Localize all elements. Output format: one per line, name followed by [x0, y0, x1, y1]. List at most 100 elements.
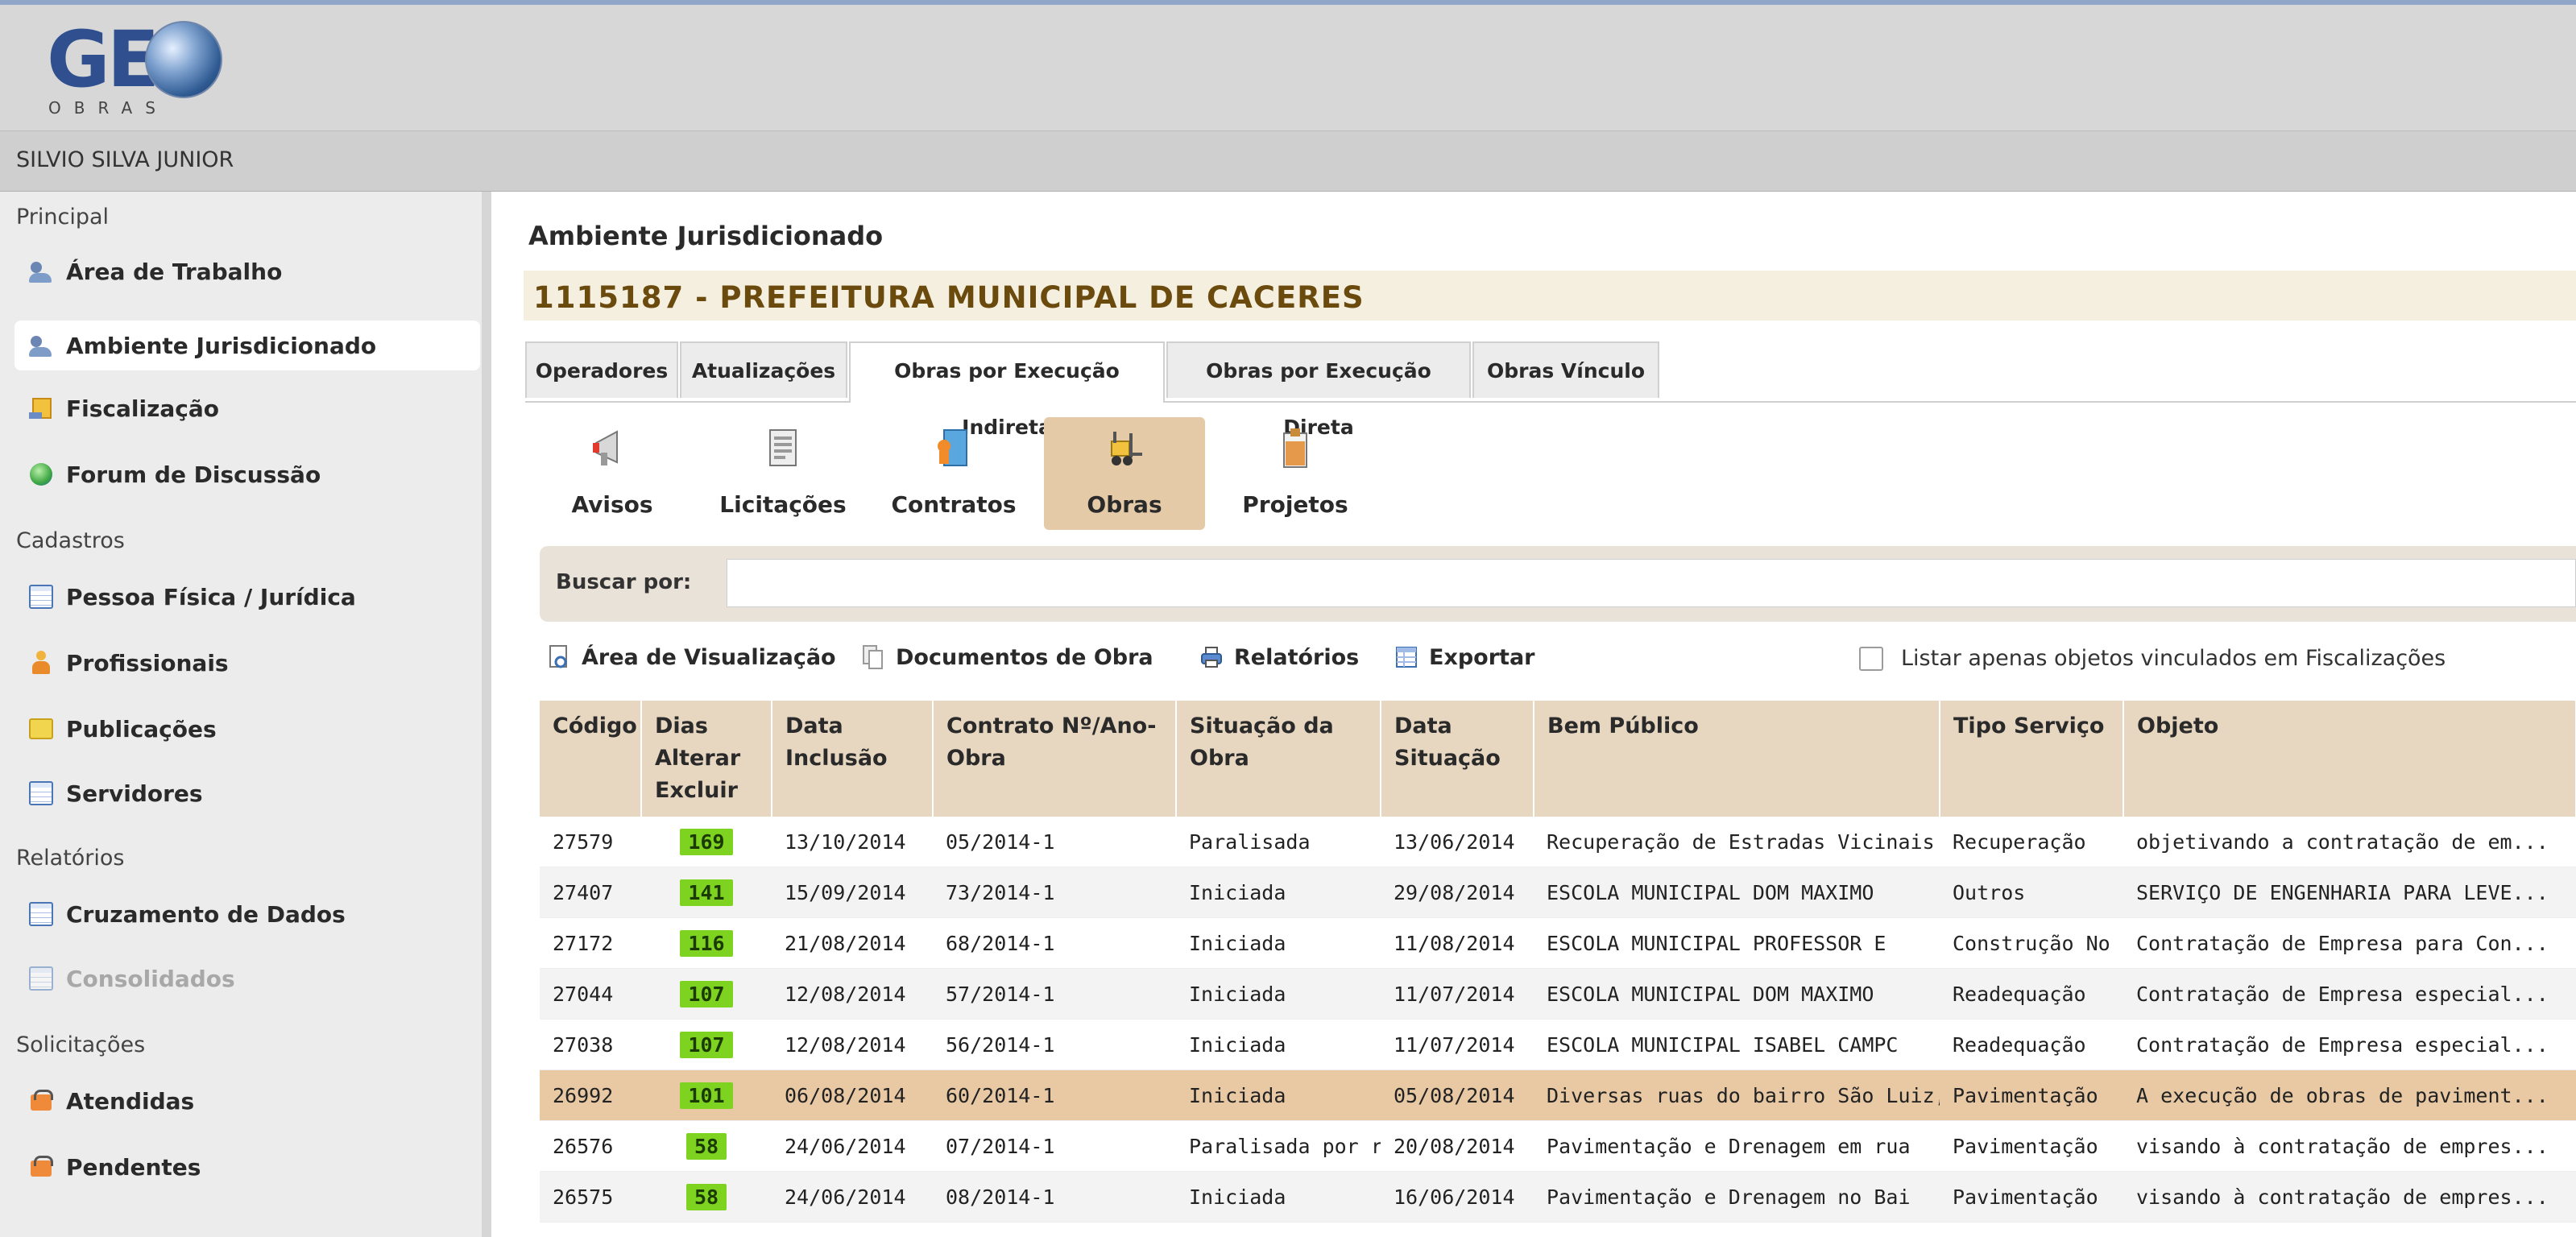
col-header-situacao[interactable]: Situação da Obra — [1176, 701, 1381, 817]
tool-projetos[interactable]: Projetos — [1215, 417, 1376, 530]
tool-avisos[interactable]: Avisos — [532, 417, 693, 530]
col-header-data-situacao[interactable]: Data Situação — [1381, 701, 1534, 817]
action-label: Área de Visualização — [582, 644, 836, 670]
days-badge[interactable]: 58 — [685, 1183, 727, 1210]
col-header-dias[interactable]: Dias Alterar Excluir — [641, 701, 772, 817]
tab-obras-execucao-direta[interactable]: Obras por Execução Direta — [1166, 341, 1471, 439]
tab-obras-vinculo[interactable]: Obras Vínculo — [1472, 341, 1659, 398]
table-row[interactable]: 26992 101 06/08/2014 60/2014-1 Iniciada 05/08… — [540, 1069, 2576, 1121]
tab-operadores[interactable]: Operadores — [525, 341, 678, 398]
col-header-objeto[interactable]: Objeto — [2123, 701, 2576, 817]
sidebar-item-cruzamento[interactable]: Cruzamento de Dados — [14, 889, 480, 939]
documents-button[interactable]: Documentos de Obra — [862, 644, 1153, 670]
sidebar-item-ambiente-jurisdicionado[interactable]: Ambiente Jurisdicionado — [14, 321, 480, 370]
filter-checkbox[interactable] — [1859, 646, 1883, 671]
days-badge[interactable]: 116 — [680, 929, 733, 957]
sidebar-item-forum[interactable]: Forum de Discussão — [14, 449, 480, 499]
sidebar-item-label: Profissionais — [66, 649, 229, 676]
cell-codigo: 26992 — [540, 1069, 641, 1121]
sidebar-item-label: Pessoa Física / Jurídica — [66, 583, 356, 610]
sidebar-item-consolidados: Consolidados — [14, 954, 480, 1003]
export-button[interactable]: Exportar — [1395, 644, 1535, 670]
sidebar-item-fiscalizacao[interactable]: Fiscalização — [14, 383, 480, 433]
main-content: Ambiente Jurisdicionado 1115187 - PREFEI… — [516, 192, 2576, 1237]
reports-button[interactable]: Relatórios — [1200, 644, 1359, 670]
grid-icon — [27, 583, 55, 610]
cell-codigo: 27579 — [540, 817, 641, 867]
action-bar: Área de Visualização Documentos de Obra … — [548, 641, 2562, 689]
tool-label: Avisos — [571, 491, 653, 518]
printer-icon — [1201, 647, 1222, 668]
search-input[interactable] — [727, 559, 2576, 607]
table-row[interactable]: 27579 169 13/10/2014 05/2014-1 Paralisada 13/… — [540, 817, 2576, 867]
tool-obras[interactable]: Obras — [1044, 417, 1205, 530]
cell-contrato: 07/2014-1 — [933, 1120, 1176, 1172]
sidebar-item-publicacoes[interactable]: Publicações — [14, 704, 480, 754]
sidebar-item-servidores[interactable]: Servidores — [14, 768, 480, 818]
geobras-logo[interactable]: GE OBRAS — [42, 14, 227, 118]
sidebar-item-atendidas[interactable]: Atendidas — [14, 1076, 480, 1126]
cell-data-situacao: 05/08/2014 — [1381, 1069, 1534, 1121]
grid-icon — [27, 965, 55, 992]
section-title-cadastros: Cadastros — [16, 528, 125, 553]
cell-data-inclusao: 15/09/2014 — [772, 867, 933, 918]
cell-tipo-servico: Construção No — [1940, 917, 2123, 969]
sidebar-item-label: Consolidados — [66, 965, 235, 992]
visualization-area-button[interactable]: Área de Visualização — [548, 644, 836, 670]
cell-tipo-servico: Pavimentação — [1940, 1069, 2123, 1121]
table-row[interactable]: 27044 107 12/08/2014 57/2014-1 Iniciada 11/07… — [540, 968, 2576, 1020]
table-header-row: Código Dias Alterar Excluir Data Inclusã… — [540, 701, 2576, 817]
table-row[interactable]: 27172 116 21/08/2014 68/2014-1 Iniciada 11/08… — [540, 917, 2576, 969]
col-header-codigo[interactable]: Código — [540, 701, 642, 817]
tab-atualizacoes[interactable]: Atualizações — [680, 341, 847, 398]
days-badge[interactable]: 141 — [680, 879, 733, 906]
cell-bem-publico: Diversas ruas do bairro São Luiz, [ — [1534, 1069, 1940, 1121]
cell-bem-publico: Pavimentação e Drenagem em rua — [1534, 1120, 1940, 1172]
section-title-relatorios: Relatórios — [16, 846, 125, 871]
col-header-data-inclusao[interactable]: Data Inclusão — [772, 701, 934, 817]
tool-contratos[interactable]: Contratos — [873, 417, 1034, 530]
cell-codigo: 27407 — [540, 867, 641, 918]
user-bar: SILVIO SILVA JUNIOR — [0, 130, 2576, 192]
cell-objeto: Contratação de Empresa especial... — [2123, 968, 2576, 1020]
sidebar-item-pendentes[interactable]: Pendentes — [14, 1142, 480, 1192]
days-badge[interactable]: 107 — [680, 1031, 733, 1058]
cell-data-inclusao: 12/08/2014 — [772, 1019, 933, 1070]
megaphone-icon — [593, 430, 618, 465]
fiscalization-filter[interactable]: Listar apenas objetos vinculados em Fisc… — [1859, 646, 2446, 671]
days-badge[interactable]: 169 — [680, 828, 733, 855]
cell-bem-publico: ESCOLA MUNICIPAL DOM MAXIMO — [1534, 867, 1940, 918]
days-badge[interactable]: 101 — [680, 1082, 733, 1109]
logo-text: GE — [47, 14, 159, 105]
col-header-bem-publico[interactable]: Bem Público — [1534, 701, 1940, 817]
cell-data-inclusao: 13/10/2014 — [772, 817, 933, 867]
cell-dias: 101 — [641, 1069, 772, 1121]
cell-objeto: visando à contratação de empres... — [2123, 1171, 2576, 1223]
sidebar-item-label: Publicações — [66, 715, 217, 743]
cell-codigo: 27044 — [540, 968, 641, 1020]
sidebar-item-area-de-trabalho[interactable]: Área de Trabalho — [14, 246, 480, 296]
tool-licitacoes[interactable]: Licitações — [702, 417, 863, 530]
cell-contrato: 60/2014-1 — [933, 1069, 1176, 1121]
days-badge[interactable]: 58 — [685, 1132, 727, 1160]
sidebar-item-pessoa[interactable]: Pessoa Física / Jurídica — [14, 572, 480, 622]
table-row[interactable]: 27407 141 15/09/2014 73/2014-1 Iniciada 29/08… — [540, 867, 2576, 918]
sidebar-item-profissionais[interactable]: Profissionais — [14, 638, 480, 688]
table-row[interactable]: 26575 58 24/06/2014 08/2014-1 Iniciada 16/06/… — [540, 1171, 2576, 1223]
sidebar-item-label: Ambiente Jurisdicionado — [66, 332, 377, 359]
col-header-contrato[interactable]: Contrato Nº/Ano-Obra — [933, 701, 1177, 817]
cell-bem-publico: Recuperação de Estradas Vicinais - — [1534, 817, 1940, 867]
tool-label: Obras — [1087, 491, 1162, 518]
days-badge[interactable]: 107 — [680, 980, 733, 1007]
cell-contrato: 68/2014-1 — [933, 917, 1176, 969]
cell-dias: 169 — [641, 817, 772, 867]
table-row[interactable]: 27038 107 12/08/2014 56/2014-1 Iniciada 11/07… — [540, 1019, 2576, 1070]
cell-tipo-servico: Readequação — [1940, 968, 2123, 1020]
cell-codigo: 26576 — [540, 1120, 641, 1172]
grid-icon — [27, 900, 55, 928]
table-row[interactable]: 26576 58 24/06/2014 07/2014-1 Paralisada por… — [540, 1120, 2576, 1172]
tab-obras-execucao-indireta[interactable]: Obras por Execução Indireta — [849, 341, 1165, 439]
entity-name: 1115187 - PREFEITURA MUNICIPAL DE CACERE… — [533, 280, 1365, 315]
cell-situacao: Iniciada — [1176, 1019, 1381, 1070]
col-header-tipo-servico[interactable]: Tipo Serviço — [1940, 701, 2124, 817]
